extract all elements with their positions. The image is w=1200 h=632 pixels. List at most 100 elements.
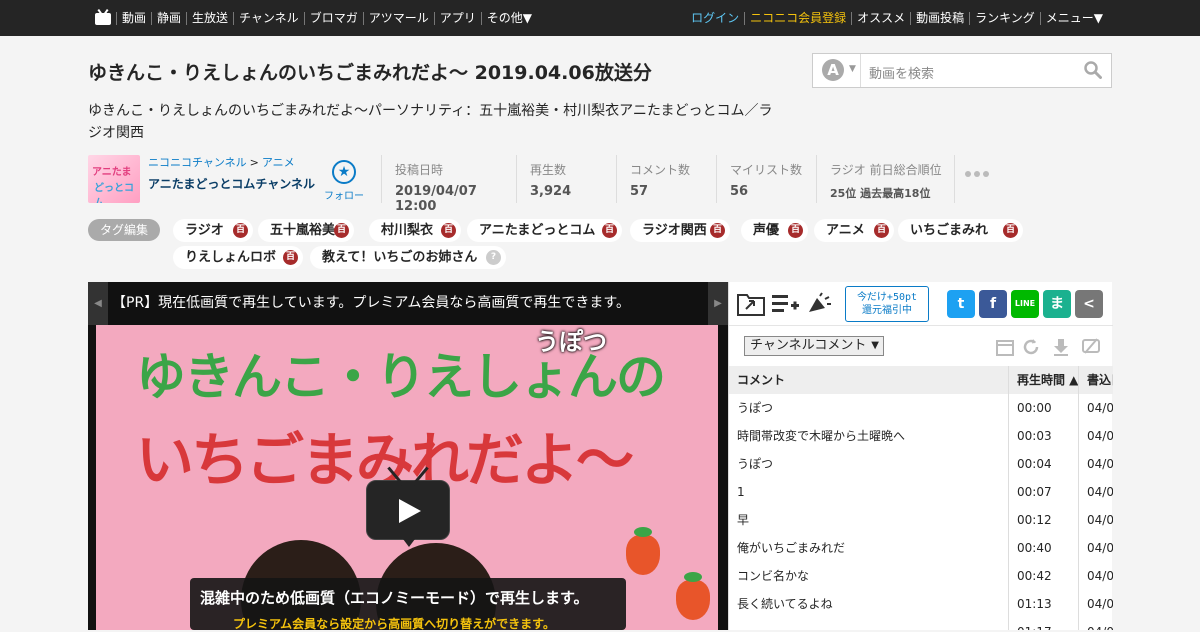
- lock-icon: 百: [1003, 223, 1018, 238]
- line-share-icon[interactable]: LINE: [1011, 290, 1039, 318]
- niconico-logo-icon[interactable]: [95, 8, 111, 25]
- nav-channel[interactable]: チャンネル: [233, 11, 304, 25]
- share-icon[interactable]: <: [1075, 290, 1103, 318]
- tag-item[interactable]: アニメ百: [814, 219, 894, 242]
- tag-label: アニたまどっとコム: [479, 223, 596, 238]
- comment-date: 04/07: [1087, 541, 1113, 555]
- nav-atsumaru[interactable]: アツマール: [362, 11, 434, 25]
- lock-icon: 百: [788, 223, 803, 238]
- strawberry-icon: [626, 527, 660, 575]
- table-row[interactable]: 長く続いてるよね01:13 04/07: [729, 590, 1113, 618]
- table-row[interactable]: コンビ名かな00:42 04/07: [729, 562, 1113, 590]
- comment-time: 00:00: [1009, 394, 1079, 422]
- comment-date: 04/07: [1087, 429, 1113, 443]
- comment-off-icon[interactable]: [1081, 337, 1101, 357]
- register-link[interactable]: ニコニコ会員登録: [744, 11, 851, 25]
- refresh-icon[interactable]: [1021, 337, 1041, 357]
- crumb-niconico-channel[interactable]: ニコニコチャンネル: [148, 156, 247, 169]
- promo-badge[interactable]: 今だけ+50pt 還元福引中: [845, 286, 929, 322]
- lock-icon: 百: [874, 223, 889, 238]
- tag-item[interactable]: アニたまどっとコム百: [467, 219, 622, 242]
- nav-upload[interactable]: 動画投稿: [910, 11, 969, 25]
- lock-icon: 百: [233, 223, 248, 238]
- table-row[interactable]: うぽつ00:00 04/07: [729, 394, 1113, 422]
- tag-item[interactable]: 五十嵐裕美百: [258, 219, 354, 242]
- tag-item[interactable]: いちごまみれ百: [898, 219, 1023, 242]
- col-comment[interactable]: コメント: [729, 366, 1009, 394]
- chevron-down-icon: ▼: [871, 340, 879, 351]
- follow-button[interactable]: ★ フォロー: [322, 160, 366, 202]
- nav-menu[interactable]: メニュー▼: [1039, 11, 1108, 25]
- table-row[interactable]: 01:1704/07: [729, 618, 1113, 630]
- calendar-icon[interactable]: [995, 337, 1015, 357]
- tag-item[interactable]: りえしょんロボ百: [173, 246, 303, 269]
- nav-ranking[interactable]: ランキング: [969, 11, 1040, 25]
- follow-label: フォロー: [324, 191, 364, 202]
- tag-label: ラジオ関西: [642, 223, 707, 238]
- table-row[interactable]: 100:07 04/07: [729, 478, 1113, 506]
- search-mode-select[interactable]: A ▼: [813, 54, 861, 87]
- stat-views: 再生数 3,924: [516, 155, 616, 203]
- search-input[interactable]: 動画を検索: [869, 63, 934, 82]
- video-description: ゆきんこ・りえしょんのいちごまみれだよ～パーソナリティ：五十嵐裕美・村川梨衣アニ…: [88, 103, 773, 141]
- tag-label: いちごまみれ: [910, 223, 989, 238]
- comment-time: 01:17: [1009, 618, 1079, 630]
- video-title: ゆきんこ・りえしょんのいちごまみれだよ～ 2019.04.06放送分: [88, 62, 652, 84]
- notice-line-2: プレミアム会員なら設定から高画質へ切り替えができます。: [233, 617, 555, 631]
- nav-recommend[interactable]: オススメ: [851, 11, 910, 25]
- tag-item[interactable]: 声優百: [741, 219, 808, 242]
- nav-blomaga[interactable]: ブロマガ: [303, 11, 363, 25]
- tag-item[interactable]: 村川梨衣百: [369, 219, 461, 242]
- nav-seiga[interactable]: 静画: [151, 11, 186, 25]
- search-icon[interactable]: [1084, 61, 1102, 79]
- tag-item[interactable]: 教えて！いちごのお姉さん?: [310, 246, 506, 269]
- advertise-megaphone-icon[interactable]: [807, 292, 835, 316]
- twitter-share-icon[interactable]: t: [947, 290, 975, 318]
- add-playlist-icon[interactable]: [771, 292, 799, 316]
- table-row[interactable]: 俺がいちごまみれだ00:40 04/07: [729, 534, 1113, 562]
- crumb-anime[interactable]: アニメ: [262, 156, 295, 169]
- nav-video[interactable]: 動画: [116, 11, 151, 25]
- tag-item[interactable]: ラジオ関西百: [630, 219, 730, 242]
- global-header: 動画 静画 生放送 チャンネル ブロマガ アツマール アプリ その他▼ ログイン…: [0, 0, 1200, 36]
- nav-live[interactable]: 生放送: [186, 11, 233, 25]
- comment-text: 1: [729, 478, 1009, 506]
- comment-table-header: コメント 再生時間 ▲ 書込日: [729, 366, 1113, 394]
- search-mode-icon: A: [822, 59, 844, 81]
- channel-thumb-text-1: アニたま: [92, 167, 132, 178]
- comment-time: 00:07: [1009, 478, 1079, 506]
- play-icon: [399, 499, 421, 523]
- next-arrow-icon[interactable]: ▶: [708, 282, 728, 325]
- channel-name[interactable]: アニたまどっとコムチャンネル: [148, 175, 315, 192]
- comment-type-select[interactable]: チャンネルコメント ▼: [744, 336, 884, 356]
- comment-time: 00:40: [1009, 534, 1079, 562]
- tag-list: タグ編集 ラジオ百 五十嵐裕美百 村川梨衣百 アニたまどっとコム百 ラジオ関西百…: [88, 219, 1118, 275]
- login-link[interactable]: ログイン: [686, 11, 744, 25]
- mawari-share-icon[interactable]: ま: [1043, 290, 1071, 318]
- play-button[interactable]: [366, 466, 450, 547]
- table-row[interactable]: 早00:12 04/07: [729, 506, 1113, 534]
- comment-time: 00:04: [1009, 450, 1079, 478]
- nav-other[interactable]: その他▼: [480, 11, 537, 25]
- facebook-share-icon[interactable]: f: [979, 290, 1007, 318]
- comment-text: コンビ名かな: [729, 562, 1009, 590]
- table-row[interactable]: 時間帯改変で木曜から土曜晩へ00:03 04/07: [729, 422, 1113, 450]
- pr-banner[interactable]: ◀ 【PR】現在低画質で再生しています。プレミアム会員なら高画質で再生できます。…: [88, 282, 728, 325]
- channel-thumbnail[interactable]: アニたま どっとコム: [88, 155, 140, 203]
- comment-text: うぽつ: [729, 394, 1009, 422]
- stat-ranking[interactable]: ラジオ 前日総合順位 25位 過去最高18位: [816, 155, 955, 203]
- stat-label: マイリスト数: [730, 163, 803, 177]
- stat-posted: 投稿日時 2019/04/07 12:00: [381, 155, 516, 214]
- mylist-folder-icon[interactable]: [737, 292, 765, 316]
- more-options-icon[interactable]: [965, 171, 989, 177]
- auto-scroll-icon[interactable]: [1051, 337, 1071, 357]
- nav-app[interactable]: アプリ: [433, 11, 481, 25]
- stat-value: 57: [630, 184, 649, 199]
- comment-date: 04/07: [1087, 569, 1113, 583]
- col-playback-time[interactable]: 再生時間 ▲: [1009, 366, 1079, 394]
- col-post-date[interactable]: 書込日: [1079, 366, 1113, 394]
- tag-item[interactable]: ラジオ百: [173, 219, 253, 242]
- prev-arrow-icon[interactable]: ◀: [88, 282, 108, 325]
- table-row[interactable]: うぽつ00:04 04/07: [729, 450, 1113, 478]
- tag-edit-button[interactable]: タグ編集: [88, 219, 160, 241]
